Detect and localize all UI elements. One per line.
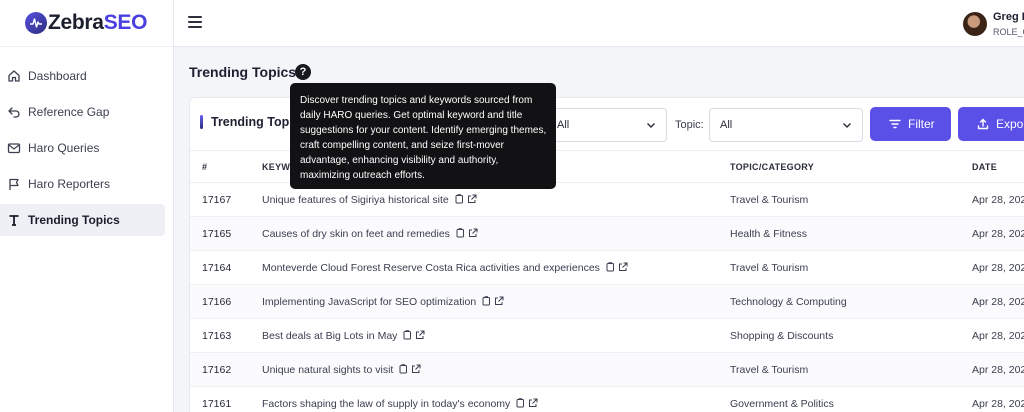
column-header-date[interactable]: DATE [972,162,997,172]
external-link-icon[interactable] [467,194,477,204]
sidebar-item-label: Trending Topics [28,213,120,227]
sidebar-item-haro-reporters[interactable]: Haro Reporters [0,168,165,200]
row-keyword: Factors shaping the law of supply in tod… [262,398,541,410]
row-topic: Shopping & Discounts [730,330,834,342]
export-button[interactable]: Export [958,107,1024,141]
copy-icon[interactable] [606,262,615,272]
sidebar-item-reference-gap[interactable]: Reference Gap [0,96,165,128]
sidebar: ZebraSEO Dashboard Reference Gap Haro Qu… [0,0,174,412]
title-accent-bar [200,115,203,129]
row-keyword: Unique features of Sigiriya historical s… [262,194,480,206]
external-link-icon[interactable] [618,262,628,272]
copy-icon[interactable] [403,330,412,340]
topic-label: Topic: [675,119,704,131]
row-id: 17163 [202,330,232,342]
zebra-logo-icon [25,12,47,34]
user-name[interactable]: Greg B [993,11,1024,23]
row-keyword: Monteverde Cloud Forest Reserve Costa Ri… [262,262,631,274]
reference-arrow-icon [6,104,22,120]
flag-icon [6,176,22,192]
row-topic: Health & Fitness [730,228,808,240]
logo[interactable]: ZebraSEO [0,0,173,47]
copy-icon[interactable] [399,364,408,374]
topic-select[interactable]: All [709,108,863,142]
sidebar-item-trending-topics[interactable]: Trending Topics [0,204,165,236]
sidebar-nav: Dashboard Reference Gap Haro Queries Har… [0,47,173,236]
row-topic: Travel & Tourism [730,364,809,376]
column-header-topic[interactable]: TOPIC/CATEGORY [730,162,814,172]
menu-toggle-icon[interactable] [188,16,202,30]
row-id: 17164 [202,262,232,274]
filter-button[interactable]: Filter [870,107,951,141]
table-row[interactable]: 17164 Monteverde Cloud Forest Reserve Co… [190,251,1024,285]
table-row[interactable]: 17165 Causes of dry skin on feet and rem… [190,217,1024,251]
row-date: Apr 28, 2024 [972,262,1024,274]
brand-name: ZebraSEO [48,11,148,34]
row-topic: Government & Politics [730,398,834,410]
row-id: 17167 [202,194,232,206]
topbar: Greg B ROLE_C [174,0,1024,47]
table-row[interactable]: 17163 Best deals at Big Lots in May Shop… [190,319,1024,353]
sidebar-item-label: Haro Queries [28,141,100,155]
table-row[interactable]: 17161 Factors shaping the law of supply … [190,387,1024,412]
upload-icon [977,118,989,130]
filter-icon [889,119,901,129]
row-keyword: Best deals at Big Lots in May [262,330,428,342]
row-id: 17161 [202,398,232,410]
external-link-icon[interactable] [468,228,478,238]
sidebar-item-label: Reference Gap [28,105,110,119]
category-select[interactable]: All [546,108,667,142]
text-t-icon [6,212,22,228]
table-row[interactable]: 17162 Unique natural sights to visit Tra… [190,353,1024,387]
help-question-icon[interactable]: ? [295,64,311,80]
row-topic: Travel & Tourism [730,262,809,274]
sidebar-item-label: Dashboard [28,69,87,83]
row-date: Apr 28, 2024 [972,296,1024,308]
row-id: 17166 [202,296,232,308]
table-row[interactable]: 17166 Implementing JavaScript for SEO op… [190,285,1024,319]
column-header-id[interactable]: # [202,162,207,172]
row-date: Apr 28, 2024 [972,228,1024,240]
sidebar-item-label: Haro Reporters [28,177,111,191]
row-date: Apr 28, 2024 [972,330,1024,342]
copy-icon[interactable] [456,228,465,238]
external-link-icon[interactable] [528,398,538,408]
external-link-icon[interactable] [415,330,425,340]
mail-icon [6,140,22,156]
row-date: Apr 28, 2024 [972,194,1024,206]
external-link-icon[interactable] [494,296,504,306]
row-date: Apr 28, 2024 [972,364,1024,376]
row-topic: Travel & Tourism [730,194,809,206]
avatar[interactable] [963,12,987,36]
user-role: ROLE_C [993,27,1024,37]
row-keyword: Implementing JavaScript for SEO optimiza… [262,296,507,308]
sidebar-item-haro-queries[interactable]: Haro Queries [0,132,165,164]
help-tooltip: Discover trending topics and keywords so… [290,83,556,189]
card-title: Trending Topic [200,115,300,129]
external-link-icon[interactable] [411,364,421,374]
page-title: Trending Topics [189,64,297,80]
copy-icon[interactable] [455,194,464,204]
copy-icon[interactable] [516,398,525,408]
row-keyword: Unique natural sights to visit [262,364,424,376]
row-topic: Technology & Computing [730,296,847,308]
copy-icon[interactable] [482,296,491,306]
row-id: 17162 [202,364,232,376]
row-id: 17165 [202,228,232,240]
home-icon [6,68,22,84]
chevron-down-icon [843,123,851,128]
chevron-down-icon [647,123,655,128]
row-keyword: Causes of dry skin on feet and remedies [262,228,481,240]
sidebar-item-dashboard[interactable]: Dashboard [0,60,165,92]
row-date: Apr 28, 2024 [972,398,1024,410]
